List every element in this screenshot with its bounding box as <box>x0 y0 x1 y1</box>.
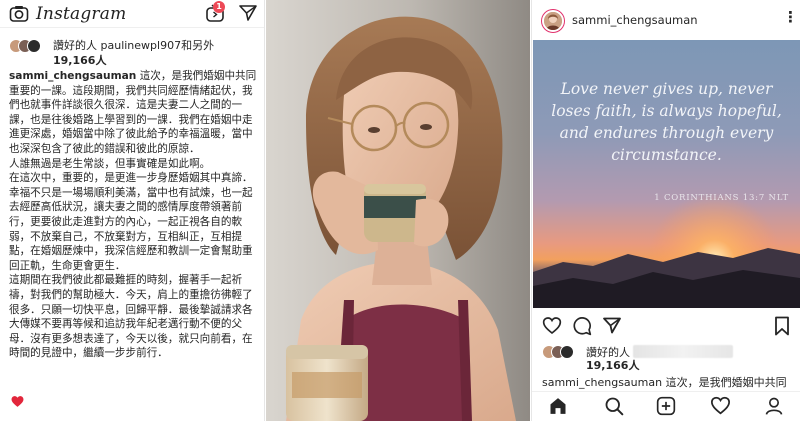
likes-summary: 讚好的人 paulinewpl907和另外 19,166人 <box>9 37 259 69</box>
liked-by-text[interactable]: 讚好的人 <box>586 345 733 360</box>
quote-text: Love never gives up, never loses faith, … <box>551 80 782 164</box>
avatar[interactable] <box>542 10 564 32</box>
caption-preview-text: 這次，是我們婚姻中共同 <box>662 376 787 389</box>
avatar <box>560 345 574 359</box>
post-username[interactable]: sammi_chengsauman <box>572 13 698 27</box>
caption-text: 這次，是我們婚姻中共同重要的一課。這段期間，我們共同經歷情緒起伏，我們也就事件詳… <box>9 70 257 360</box>
right-post-screenshot: sammi_chengsauman ⋮ Love never gives up,… <box>531 0 800 421</box>
post-actions <box>532 312 800 340</box>
share-icon[interactable] <box>602 316 622 339</box>
post-header: sammi_chengsauman ⋮ <box>532 0 800 42</box>
home-icon[interactable] <box>548 396 568 420</box>
likes-count[interactable]: 19,166人 <box>53 54 106 68</box>
liked-by-prefix: 讚好的人 <box>586 346 630 359</box>
instagram-top-bar: Instagram 1 <box>0 0 264 28</box>
igtv-notification-badge: 1 <box>213 1 225 13</box>
liked-by-text[interactable]: 讚好的人 paulinewpl907和另外 <box>53 39 214 53</box>
quote-reference: 1 CORINTHIANS 13:7 NLT <box>654 193 789 203</box>
avatar <box>27 39 41 53</box>
more-options-icon[interactable]: ⋮ <box>783 10 798 25</box>
likes-count[interactable]: 19,166人 <box>586 359 639 373</box>
liker-avatars <box>9 39 53 53</box>
new-post-icon[interactable] <box>656 396 676 420</box>
left-caption-screenshot: Instagram 1 讚好的人 paulinewpl907和另外 19,166… <box>0 0 265 421</box>
portrait-photo <box>266 0 530 421</box>
heart-outline-icon[interactable] <box>542 316 562 339</box>
profile-icon[interactable] <box>764 396 784 420</box>
activity-heart-icon[interactable] <box>710 396 731 419</box>
redacted-username <box>633 345 733 358</box>
instagram-logo: Instagram <box>36 4 127 24</box>
liker-avatars <box>542 345 586 359</box>
red-heart-icon <box>11 393 24 407</box>
camera-icon[interactable] <box>9 5 29 27</box>
caption-preview: sammi_chengsauman 這次，是我們婚姻中共同 <box>542 374 787 390</box>
caption-username[interactable]: sammi_chengsauman <box>9 70 136 82</box>
comment-icon[interactable] <box>572 316 592 340</box>
direct-message-icon[interactable] <box>238 4 258 26</box>
post-image: Love never gives up, never loses faith, … <box>533 40 800 308</box>
caption-username[interactable]: sammi_chengsauman <box>542 376 662 389</box>
likes-summary: 讚好的人 19,166人 <box>542 342 797 372</box>
post-caption: sammi_chengsauman 這次，是我們婚姻中共同重要的一課。這段期間，… <box>9 69 259 361</box>
bookmark-icon[interactable] <box>774 316 790 340</box>
search-icon[interactable] <box>604 396 624 420</box>
bottom-navigation <box>532 391 800 421</box>
